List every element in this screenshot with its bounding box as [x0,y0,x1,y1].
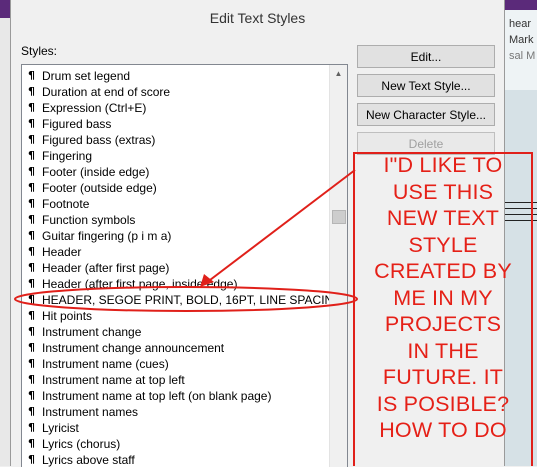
annotation-text-line: FUTURE. IT [382,365,504,389]
annotation-text-line: I"D LIKE TO [383,153,503,177]
annotation-text-line: ME IN MY [393,285,493,310]
annotation-text-line: IN THE [407,338,479,363]
annotation-text-line: USE THIS [392,179,494,204]
annotation-arrowhead-icon [200,274,214,287]
annotation-text-line: NEW TEXT [386,206,500,230]
annotation-text-line: STYLE [408,232,478,257]
annotation-text-line: IS POSIBLE? [376,391,510,416]
annotation-text-line: CREATED BY [374,259,512,283]
annotation-text-line: HOW TO DO [379,418,507,442]
annotation-arrow-line [209,169,356,281]
annotation-text: I"D LIKE TO USE THIS NEW TEXT STYLE CREATED … [355,152,531,444]
highlight-ellipse [14,286,358,312]
annotation-text-line: PROJECTS [384,312,502,336]
